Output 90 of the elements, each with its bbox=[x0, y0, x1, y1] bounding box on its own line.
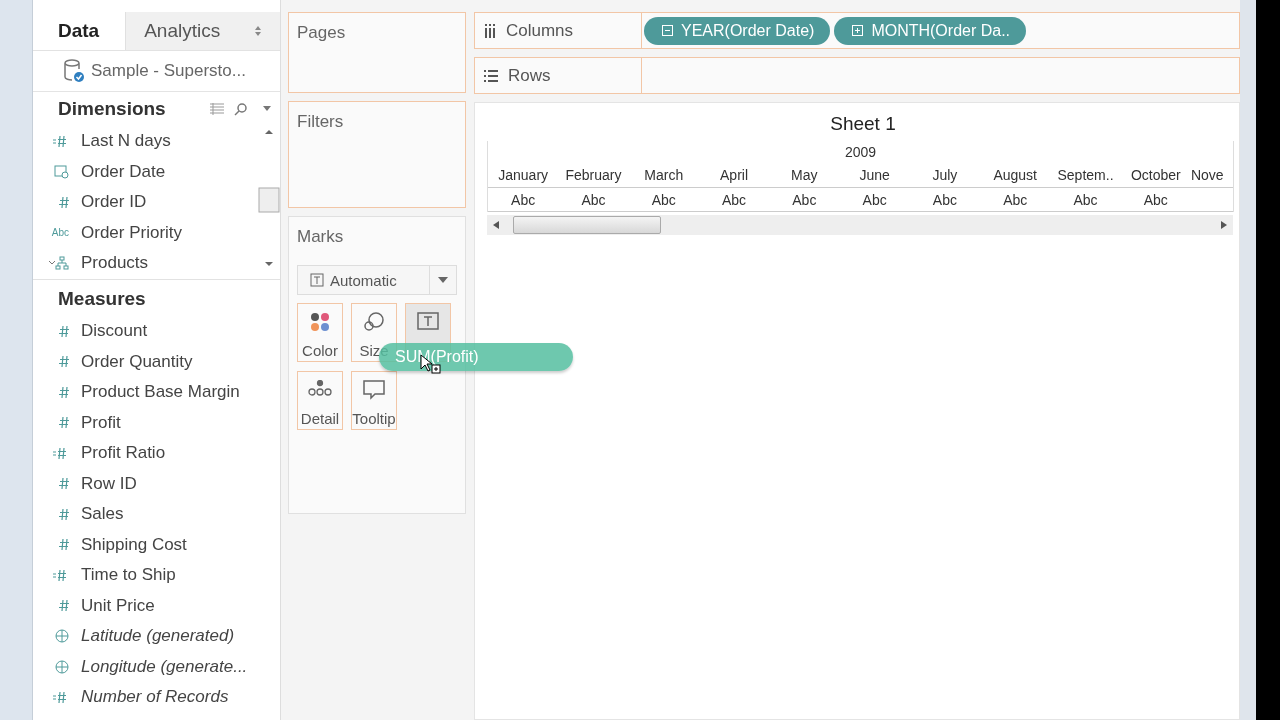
table-cell-text: Abc bbox=[791, 191, 818, 208]
field-item[interactable]: Shipping Cost bbox=[33, 529, 280, 560]
sort-icon bbox=[254, 25, 262, 37]
table-cell-text: Abc bbox=[720, 191, 748, 208]
pane-tab[interactable]: Analytics bbox=[125, 12, 280, 50]
number-icon bbox=[59, 356, 69, 368]
dots-icon bbox=[310, 312, 330, 332]
globe-icon bbox=[55, 659, 69, 674]
column-header: October bbox=[1129, 167, 1182, 183]
table-cell-text: Abc bbox=[861, 191, 888, 208]
column-header: February bbox=[564, 167, 623, 183]
field-item[interactable]: Profit bbox=[33, 407, 280, 438]
field-item[interactable]: Order Date bbox=[33, 156, 258, 187]
table-cell-text: Abc bbox=[1142, 191, 1169, 208]
shapes-icon bbox=[363, 312, 385, 332]
column-header: January bbox=[497, 167, 550, 183]
column-header: August bbox=[992, 167, 1038, 183]
mark-type-dropdown[interactable]: Automatic bbox=[297, 265, 457, 295]
speech-bubble-icon bbox=[363, 380, 385, 400]
number-icon bbox=[59, 508, 69, 520]
mark-card[interactable]: Detail bbox=[297, 371, 343, 430]
columns-icon bbox=[484, 23, 496, 38]
shelf-title: Columns bbox=[506, 20, 574, 41]
dropdown-icon[interactable] bbox=[262, 106, 272, 112]
field-item[interactable]: Time to Ship bbox=[33, 560, 280, 591]
table-cell-text: Abc bbox=[1002, 191, 1029, 208]
column-header: June bbox=[858, 167, 891, 183]
number-icon bbox=[59, 325, 69, 337]
number-icon bbox=[59, 386, 69, 398]
column-header: 2009 bbox=[843, 143, 878, 162]
number-icon bbox=[59, 417, 69, 429]
section-title: Measures bbox=[58, 288, 146, 310]
calculated-number-icon bbox=[53, 135, 69, 147]
column-header: March bbox=[643, 167, 685, 183]
database-icon bbox=[63, 59, 85, 83]
field-item[interactable]: Products bbox=[33, 248, 258, 279]
shelf-title: Rows bbox=[508, 65, 551, 86]
hierarchy-icon bbox=[55, 256, 69, 271]
detail-icon bbox=[308, 380, 332, 396]
calculated-number-icon bbox=[53, 569, 69, 581]
field-item[interactable]: Sales bbox=[33, 499, 280, 530]
shelf-title: Filters bbox=[297, 112, 345, 132]
data-source[interactable]: Sample - Supersto... bbox=[33, 51, 280, 92]
table-cell-text: Abc bbox=[650, 191, 677, 208]
scroll-right-icon[interactable] bbox=[1221, 221, 1227, 229]
number-icon bbox=[59, 478, 69, 490]
field-item[interactable]: Abc Order Priority bbox=[33, 217, 258, 248]
globe-icon bbox=[55, 629, 69, 644]
calculated-number-icon bbox=[53, 447, 69, 459]
field-item[interactable]: Number of Records bbox=[33, 682, 280, 713]
scroll-left-icon[interactable] bbox=[493, 221, 499, 229]
table-cell-text: Abc bbox=[510, 191, 537, 208]
shelf-title: Marks bbox=[297, 227, 345, 247]
field-item[interactable]: Unit Price bbox=[33, 590, 280, 621]
rows-shelf[interactable]: Rows bbox=[474, 57, 1240, 94]
number-icon bbox=[59, 600, 69, 612]
field-item[interactable]: Longitude (generate... bbox=[33, 651, 280, 682]
field-item[interactable]: Discount bbox=[33, 316, 280, 347]
field-item[interactable]: Last N days bbox=[33, 126, 258, 157]
field-item[interactable]: Profit Ratio bbox=[33, 438, 280, 469]
column-header: Septem.. bbox=[1056, 167, 1115, 183]
field-item[interactable]: Row ID bbox=[33, 468, 280, 499]
field-item[interactable]: Product Base Margin bbox=[33, 377, 280, 408]
table-cell-text: Abc bbox=[1072, 191, 1099, 208]
column-header: May bbox=[790, 167, 819, 183]
filters-shelf[interactable]: Filters bbox=[288, 101, 466, 208]
field-item[interactable]: Order Quantity bbox=[33, 346, 280, 377]
horizontal-scrollbar[interactable] bbox=[487, 215, 1233, 235]
column-header: July bbox=[931, 167, 959, 183]
column-header: April bbox=[719, 167, 750, 183]
calendar-icon bbox=[54, 164, 69, 180]
text-icon bbox=[417, 312, 439, 332]
text-icon bbox=[310, 273, 324, 287]
field-item[interactable]: Latitude (generated) bbox=[33, 621, 280, 652]
search-icon[interactable] bbox=[234, 102, 248, 116]
sheet-title: Sheet 1 bbox=[829, 113, 897, 135]
shelf-title: Pages bbox=[297, 23, 347, 43]
table-cell-text: Abc bbox=[580, 191, 607, 208]
section-title: Dimensions bbox=[58, 98, 166, 120]
table-cell-text: Abc bbox=[931, 191, 958, 208]
string-icon: Abc bbox=[51, 227, 69, 239]
number-icon bbox=[59, 196, 69, 208]
pages-shelf[interactable]: Pages bbox=[288, 12, 466, 93]
mark-card[interactable]: Color bbox=[297, 303, 343, 362]
calculated-number-icon bbox=[53, 691, 69, 703]
number-icon bbox=[59, 539, 69, 551]
field-item[interactable]: Order ID bbox=[33, 187, 258, 218]
column-header: Nove bbox=[1190, 167, 1224, 183]
rows-icon bbox=[484, 69, 498, 82]
mark-card[interactable]: Tooltip bbox=[351, 371, 397, 430]
